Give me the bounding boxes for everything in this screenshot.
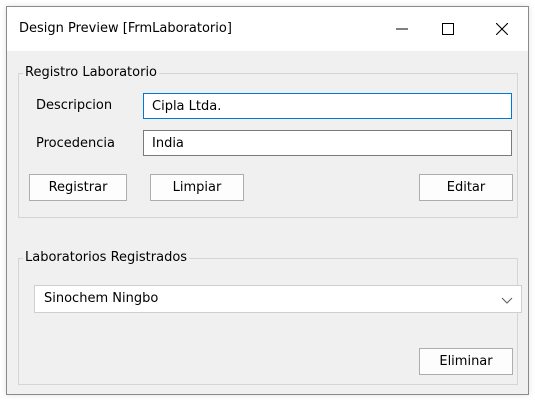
close-icon (496, 23, 508, 35)
chevron-down-icon[interactable] (499, 292, 515, 308)
window-title: Design Preview [FrmLaboratorio] (19, 21, 232, 36)
maximize-button[interactable] (425, 7, 471, 51)
maximize-icon (442, 23, 454, 35)
registrar-button[interactable]: Registrar (29, 174, 127, 201)
minimize-button[interactable] (379, 7, 425, 51)
registro-legend: Registro Laboratorio (23, 65, 160, 81)
eliminar-button[interactable]: Eliminar (419, 348, 513, 375)
procedencia-label: Procedencia (36, 136, 115, 151)
editar-button[interactable]: Editar (419, 174, 513, 201)
minimize-icon (396, 28, 408, 30)
descripcion-input[interactable] (143, 93, 512, 119)
procedencia-input[interactable] (143, 130, 512, 156)
combobox-selected-value: Sinochem Ningbo (44, 291, 159, 306)
descripcion-label: Descripcion (36, 98, 113, 113)
title-bar[interactable]: Design Preview [FrmLaboratorio] (7, 7, 528, 51)
close-button[interactable] (479, 7, 525, 51)
laboratorios-combobox[interactable]: Sinochem Ningbo (34, 285, 522, 313)
registrados-legend: Laboratorios Registrados (23, 250, 190, 266)
limpiar-button[interactable]: Limpiar (150, 174, 244, 201)
